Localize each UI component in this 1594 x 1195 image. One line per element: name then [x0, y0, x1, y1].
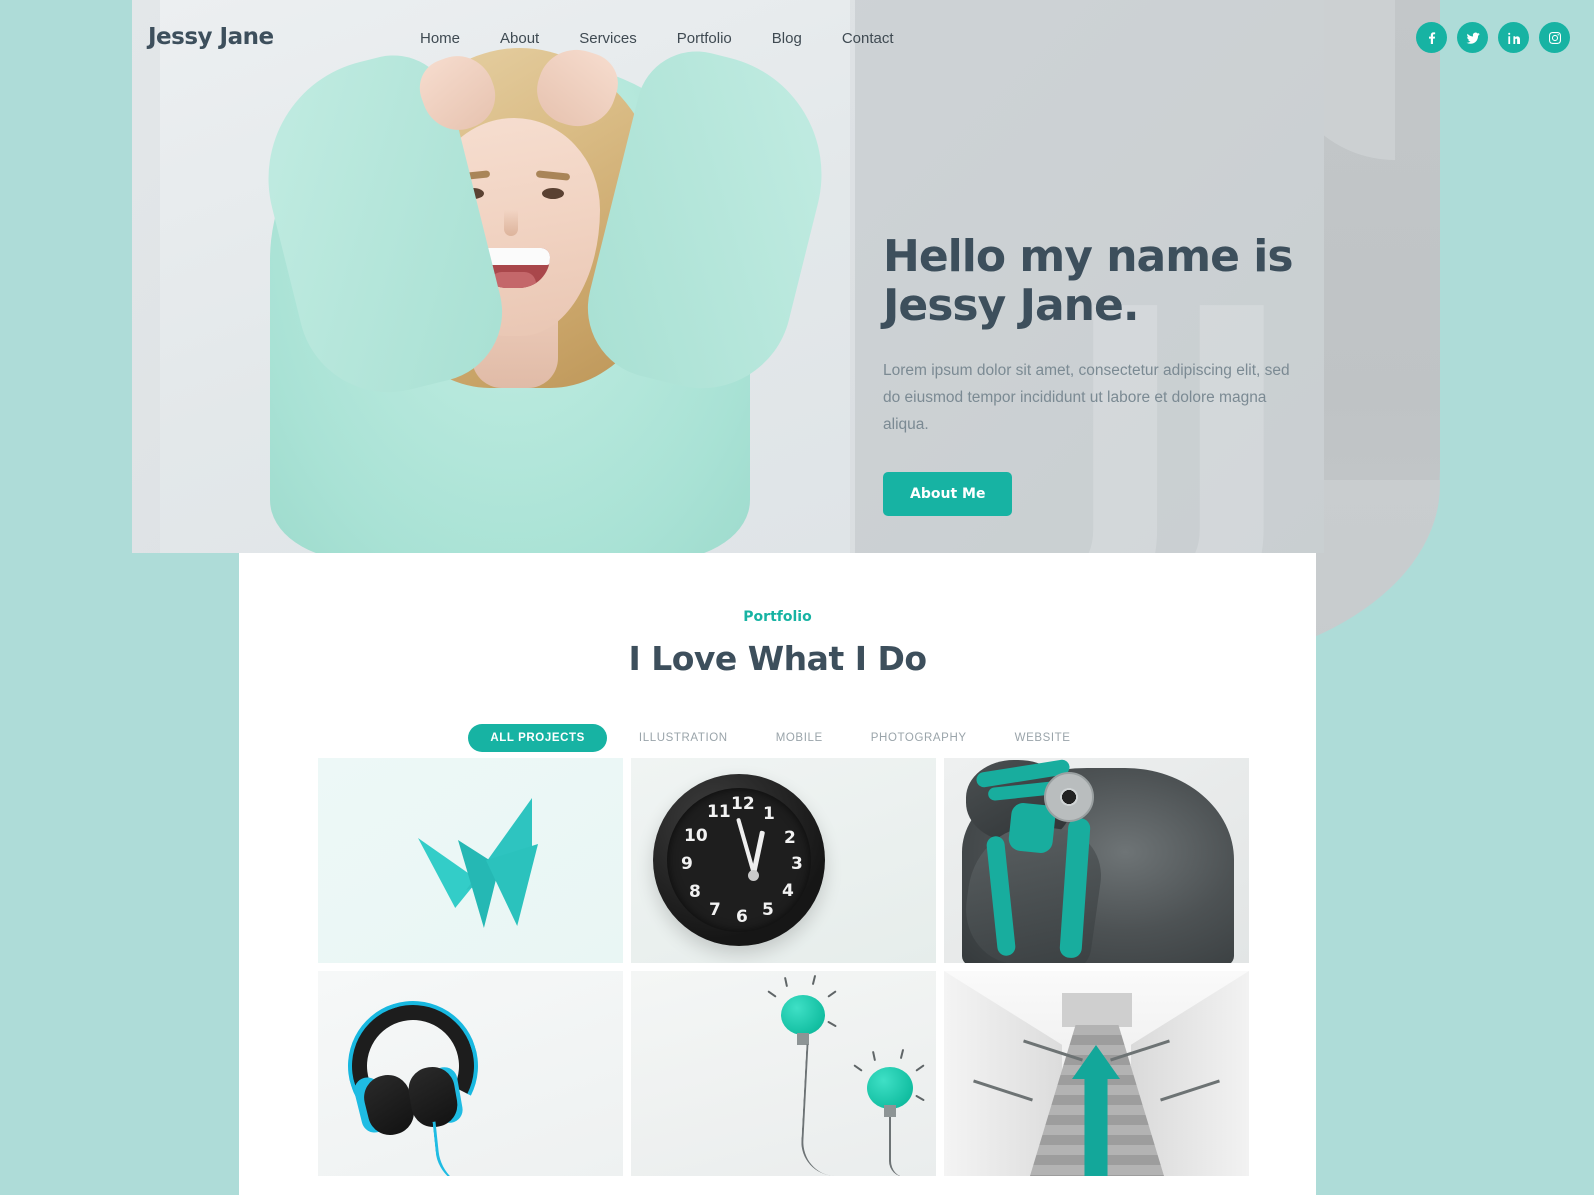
portfolio-item-stairs-arrow[interactable] — [944, 971, 1249, 1176]
portfolio-item-alarm-clock[interactable]: 12 1 2 3 4 5 6 7 8 9 10 11 — [631, 758, 936, 963]
social-link-linkedin[interactable] — [1498, 22, 1529, 53]
portfolio-grid: 12 1 2 3 4 5 6 7 8 9 10 11 — [318, 758, 1250, 1176]
nav-item-portfolio[interactable]: Portfolio — [677, 30, 732, 47]
instagram-icon — [1548, 31, 1561, 44]
filter-mobile[interactable]: MOBILE — [760, 724, 839, 752]
about-me-button[interactable]: About Me — [883, 471, 1013, 516]
hero-heading: Hello my name is Jessy Jane. — [883, 232, 1303, 331]
nav-item-blog[interactable]: Blog — [772, 30, 802, 47]
nav-item-services[interactable]: Services — [579, 30, 637, 47]
filter-website[interactable]: WEBSITE — [999, 724, 1087, 752]
filter-photography[interactable]: PHOTOGRAPHY — [855, 724, 983, 752]
site-logo[interactable]: Jessy Jane — [148, 24, 274, 50]
origami-butterfly-graphic — [414, 796, 544, 928]
facebook-icon — [1428, 31, 1435, 44]
portfolio-section: Portfolio I Love What I Do ALL PROJECTS … — [239, 553, 1316, 1195]
portfolio-item-headphones[interactable] — [318, 971, 623, 1176]
nav-item-home[interactable]: Home — [420, 30, 460, 47]
social-link-facebook[interactable] — [1416, 22, 1447, 53]
hero-paragraph: Lorem ipsum dolor sit amet, consectetur … — [883, 361, 1290, 433]
portfolio-item-body-paint[interactable] — [944, 758, 1249, 963]
portfolio-eyebrow: Portfolio — [743, 609, 812, 625]
twitter-icon — [1465, 32, 1480, 44]
hero-text-block: Hello my name is Jessy Jane. Lorem ipsum… — [883, 232, 1303, 516]
stairs-arrow-graphic — [944, 971, 1249, 1176]
social-link-twitter[interactable] — [1457, 22, 1488, 53]
nav-item-contact[interactable]: Contact — [842, 30, 894, 47]
main-navigation: Home About Services Portfolio Blog Conta… — [420, 30, 894, 47]
paper-bulbs-graphic — [631, 971, 936, 1176]
nav-item-about[interactable]: About — [500, 30, 539, 47]
hero-portrait-photo — [160, 0, 850, 553]
portfolio-title: I Love What I Do — [628, 639, 927, 678]
portfolio-item-origami-butterfly[interactable] — [318, 758, 623, 963]
portfolio-item-paper-bulbs[interactable] — [631, 971, 936, 1176]
social-link-instagram[interactable] — [1539, 22, 1570, 53]
portfolio-filter-bar: ALL PROJECTS ILLUSTRATION MOBILE PHOTOGR… — [239, 724, 1316, 752]
filter-all-projects[interactable]: ALL PROJECTS — [468, 724, 607, 752]
headphones-graphic — [318, 971, 623, 1176]
hero-section: JJ Hello my name is Jessy Jane. Lorem ip… — [132, 0, 1324, 553]
alarm-clock-graphic: 12 1 2 3 4 5 6 7 8 9 10 11 — [653, 774, 825, 946]
social-links — [1416, 22, 1570, 53]
hero-heading-line1: Hello my name is — [883, 231, 1294, 282]
filter-illustration[interactable]: ILLUSTRATION — [623, 724, 744, 752]
body-paint-graphic — [944, 758, 1249, 963]
linkedin-icon — [1507, 32, 1520, 44]
hero-heading-line2: Jessy Jane. — [883, 280, 1140, 332]
